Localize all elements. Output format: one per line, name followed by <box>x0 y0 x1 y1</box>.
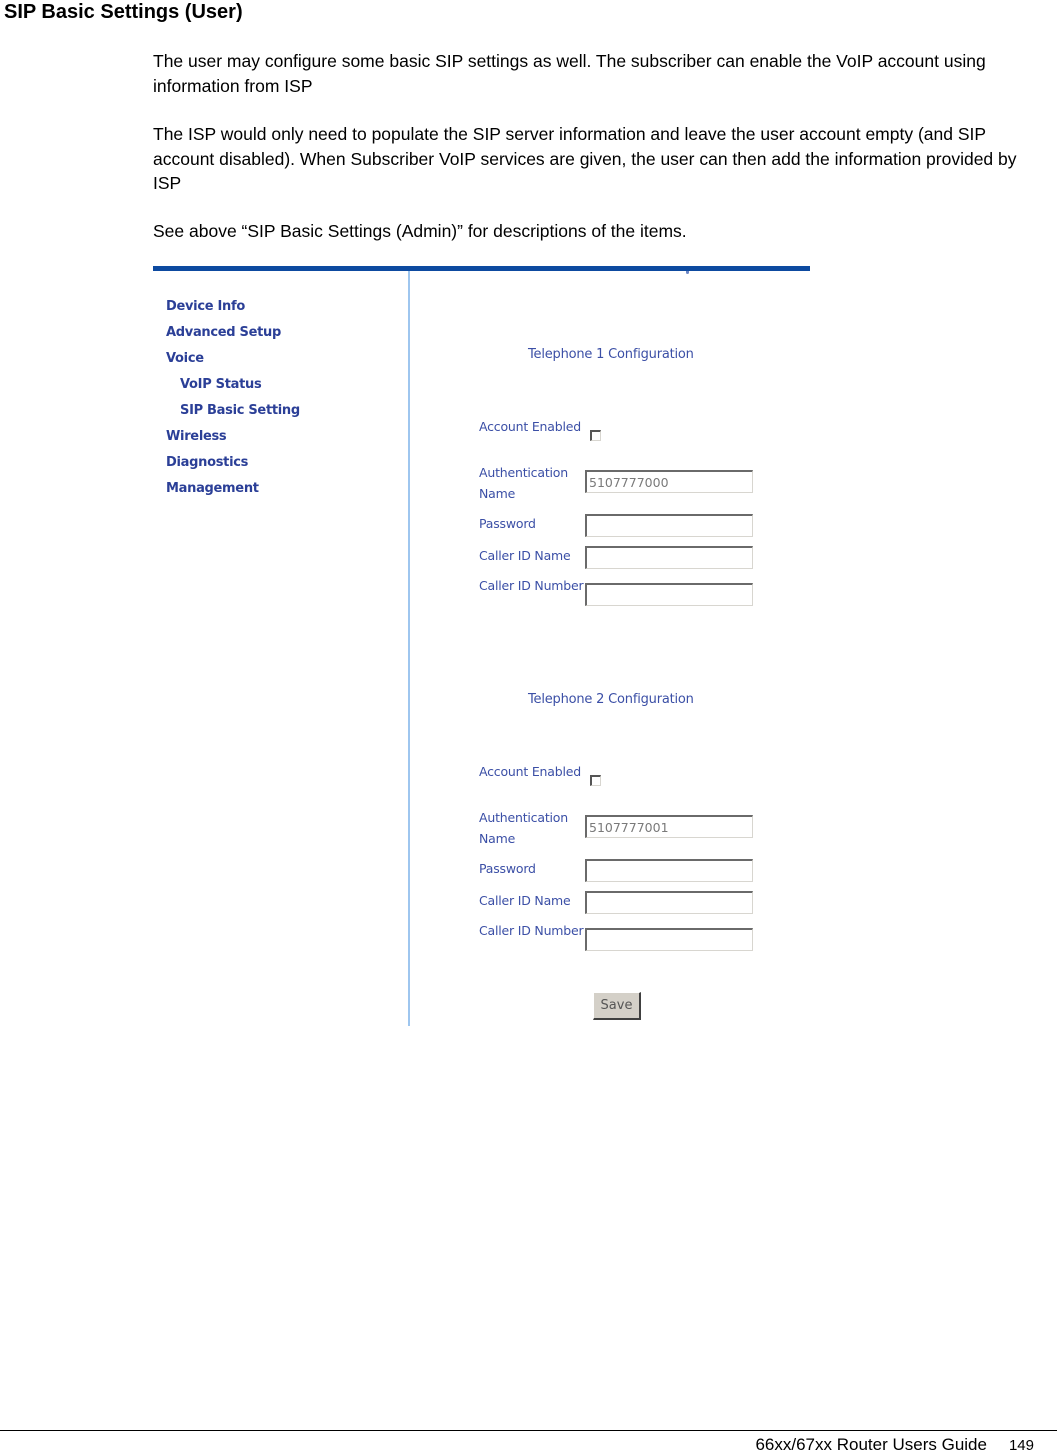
save-button[interactable]: Save <box>593 992 641 1020</box>
password-row: Password <box>479 513 769 545</box>
caller-id-name-label: Caller ID Name <box>479 893 571 908</box>
account-enabled-row: Account Enabled <box>479 416 769 462</box>
sidebar-divider <box>408 271 410 1026</box>
auth-name-row: Authentication Name <box>479 462 769 513</box>
auth-name-label: Authentication Name <box>479 810 568 846</box>
caller-id-number-label: Caller ID Number <box>479 923 584 938</box>
account-enabled-checkbox[interactable] <box>590 775 601 786</box>
caller-id-number-input[interactable] <box>585 583 753 606</box>
telephone-2-title: Telephone 2 Configuration <box>528 692 694 707</box>
telephone-2-form: Account Enabled Authentication Name Pass… <box>479 761 769 964</box>
caller-id-name-row: Caller ID Name <box>479 890 769 920</box>
caller-id-name-input[interactable] <box>585 891 753 914</box>
caller-id-name-label: Caller ID Name <box>479 548 571 563</box>
caller-id-number-label: Caller ID Number <box>479 578 584 593</box>
caller-id-name-input[interactable] <box>585 546 753 569</box>
footer-divider <box>0 1430 1057 1431</box>
telephone-1-form: Account Enabled Authentication Name Pass… <box>479 416 769 619</box>
password-label: Password <box>479 516 536 531</box>
caller-id-number-input[interactable] <box>585 928 753 951</box>
caller-id-number-row: Caller ID Number <box>479 920 769 964</box>
intro-paragraph: The user may configure some basic SIP se… <box>153 51 986 96</box>
sidebar-item-device-info[interactable]: Device Info <box>166 294 300 320</box>
caller-id-number-row: Caller ID Number <box>479 575 769 619</box>
sidebar-nav: Device Info Advanced Setup Voice VoIP St… <box>166 294 300 502</box>
see-above-paragraph: See above “SIP Basic Settings (Admin)” f… <box>153 221 687 241</box>
auth-name-row: Authentication Name <box>479 807 769 858</box>
password-row: Password <box>479 858 769 890</box>
sidebar-item-voip-status[interactable]: VoIP Status <box>166 372 300 398</box>
password-input[interactable] <box>585 859 753 882</box>
sidebar-item-management[interactable]: Management <box>166 476 300 502</box>
page-title: SIP Basic Settings (User) <box>4 1 243 23</box>
account-enabled-label: Account Enabled <box>479 419 581 434</box>
sidebar-item-diagnostics[interactable]: Diagnostics <box>166 450 300 476</box>
footer-guide-title: 66xx/67xx Router Users Guide <box>755 1435 987 1454</box>
account-enabled-row: Account Enabled <box>479 761 769 807</box>
password-label: Password <box>479 861 536 876</box>
sidebar-item-voice[interactable]: Voice <box>166 346 300 372</box>
auth-name-input[interactable] <box>585 470 753 493</box>
page-number: 149 <box>1008 1437 1034 1454</box>
auth-name-label: Authentication Name <box>479 465 568 501</box>
password-input[interactable] <box>585 514 753 537</box>
header-bar-fragment <box>686 271 689 274</box>
account-enabled-checkbox[interactable] <box>590 430 601 441</box>
isp-paragraph: The ISP would only need to populate the … <box>153 124 1017 193</box>
caller-id-name-row: Caller ID Name <box>479 545 769 575</box>
header-bar <box>153 266 810 271</box>
router-ui-screenshot: Device Info Advanced Setup Voice VoIP St… <box>153 266 810 1028</box>
auth-name-input[interactable] <box>585 815 753 838</box>
sidebar-item-sip-basic-setting[interactable]: SIP Basic Setting <box>166 398 300 424</box>
sidebar-item-wireless[interactable]: Wireless <box>166 424 300 450</box>
account-enabled-label: Account Enabled <box>479 764 581 779</box>
sidebar-item-advanced-setup[interactable]: Advanced Setup <box>166 320 300 346</box>
telephone-1-title: Telephone 1 Configuration <box>528 347 694 362</box>
